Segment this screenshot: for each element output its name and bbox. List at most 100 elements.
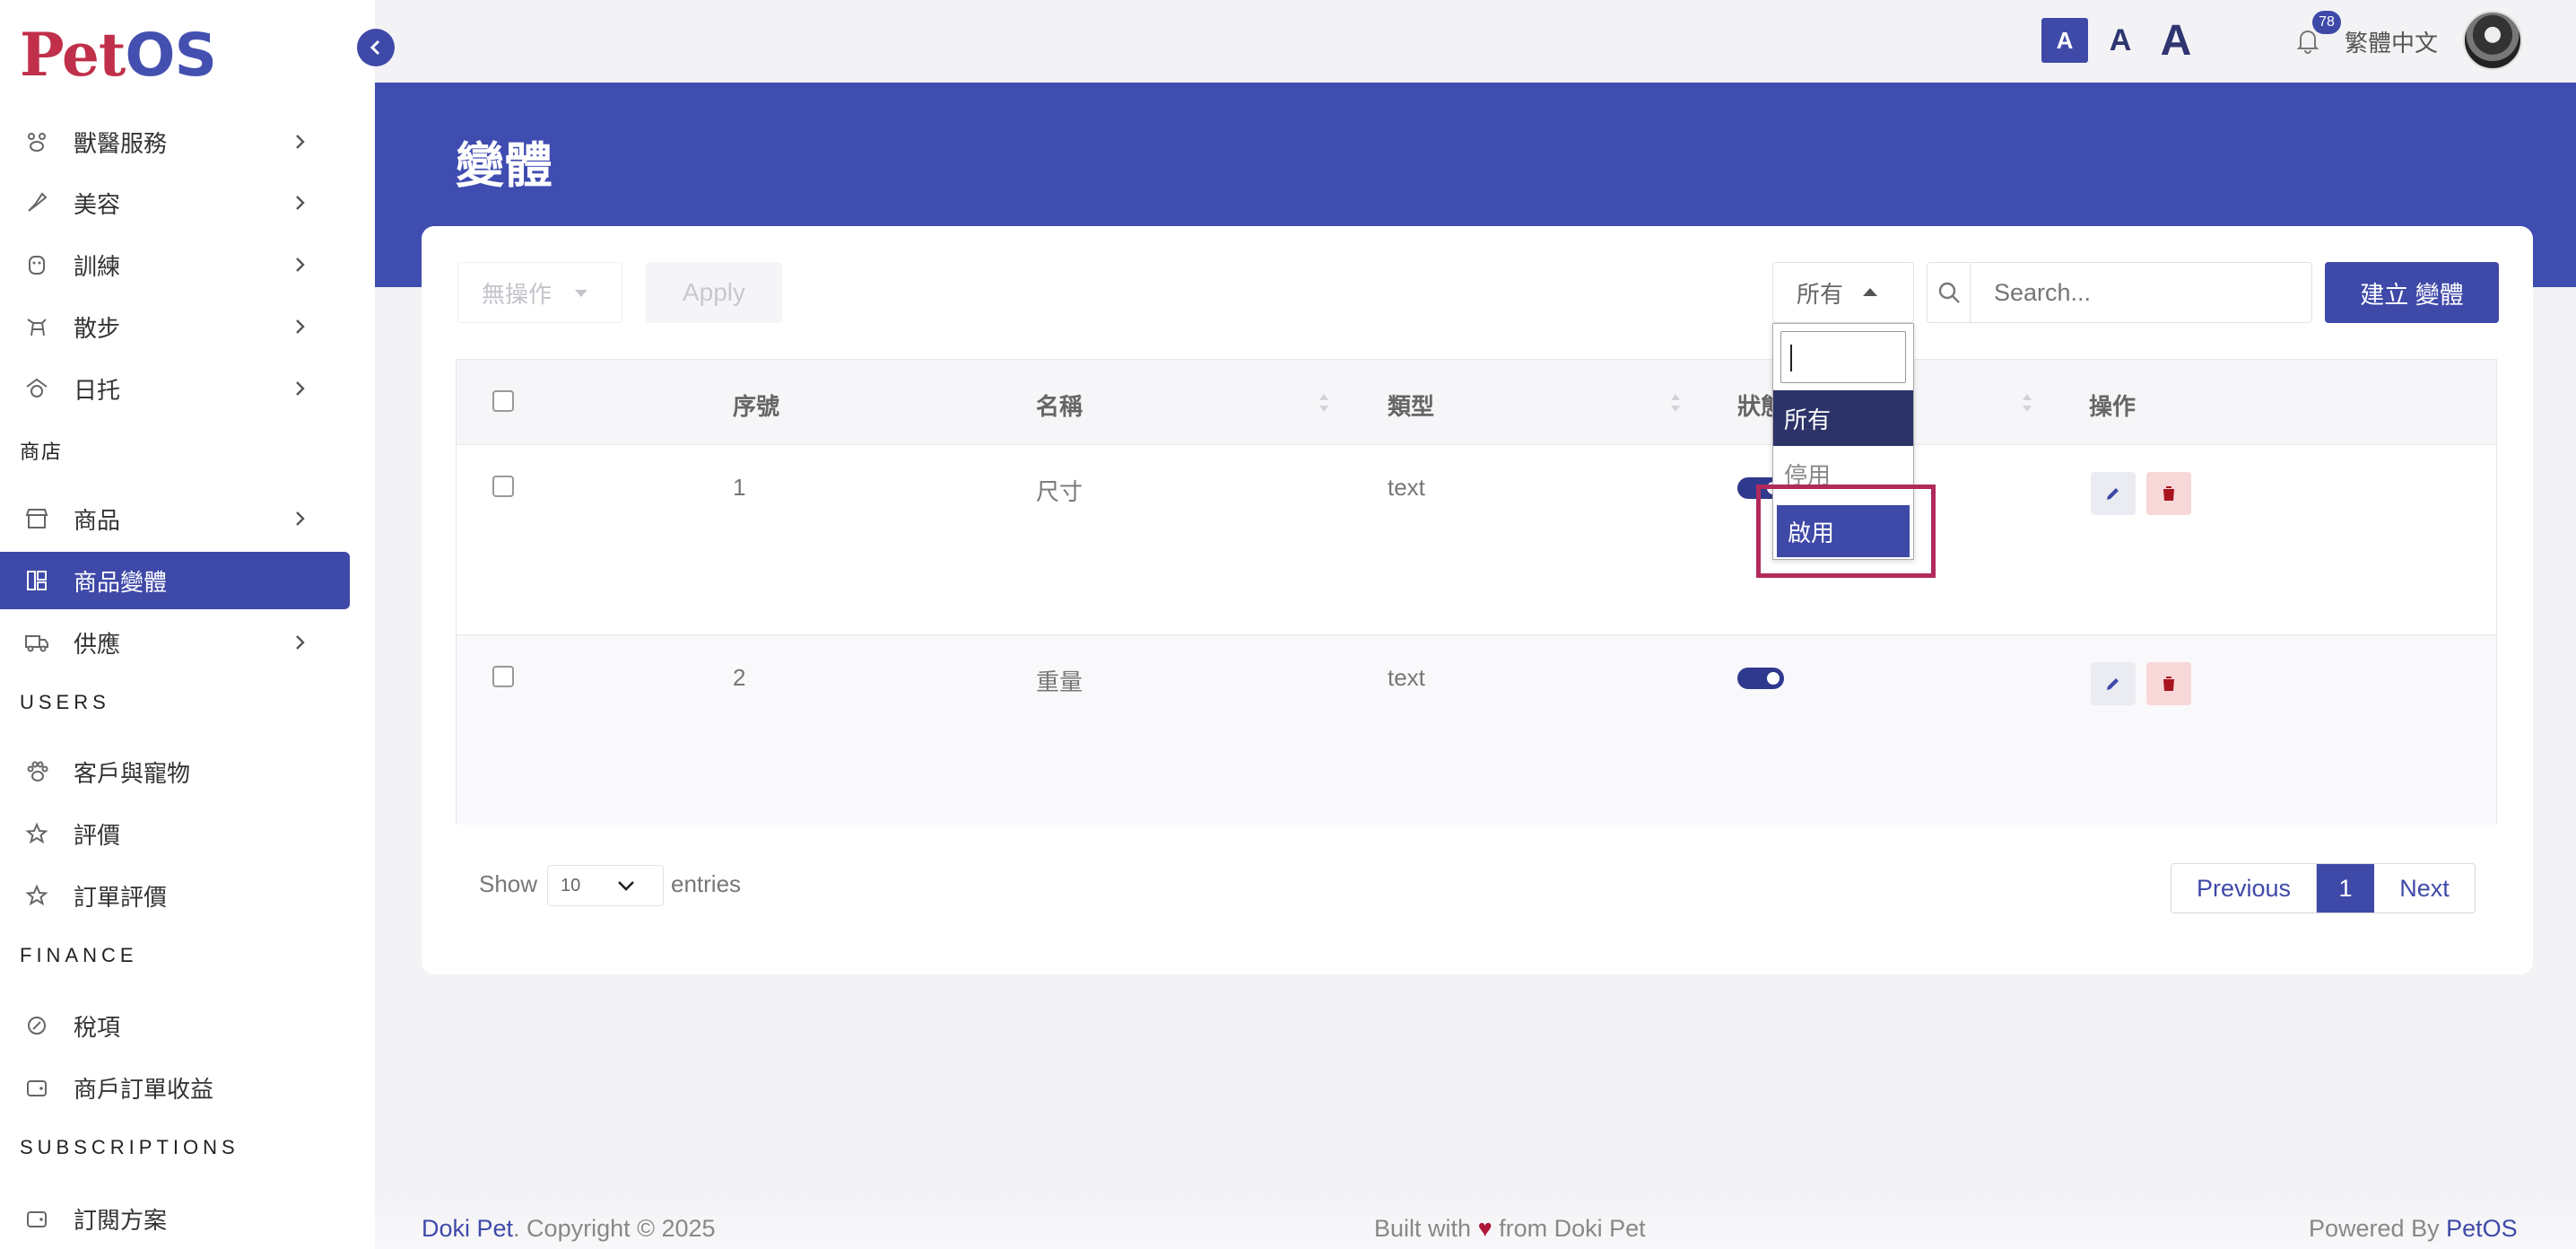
chevron-left-icon [370,39,380,56]
trash-icon [2163,486,2174,501]
page-title: 變體 [456,139,553,193]
sidebar-item-tax[interactable]: 稅項 [0,997,350,1054]
footer-from-text: from Doki Pet [1499,1215,1646,1242]
sidebar-item-product-variants[interactable]: 商品變體 [0,552,350,609]
cell-id: 1 [733,474,746,501]
status-filter-select[interactable]: 所有 [1772,262,1914,323]
row-checkbox[interactable] [492,476,514,497]
sidebar-item-label: 訂單評價 [74,883,168,911]
sidebar-item-order-reviews[interactable]: 訂單評價 [0,867,350,924]
sidebar-item-label: 評價 [74,821,121,849]
sidebar-item-customers-pets[interactable]: 客戶與寵物 [0,743,350,800]
sidebar-item-grooming[interactable]: 美容 [0,174,350,231]
variant-icon [23,567,50,594]
font-size-large-button[interactable]: A [2153,17,2199,65]
table-row: 2 重量 text [457,634,2496,825]
sidebar-item-training[interactable]: 訓練 [0,236,350,293]
edit-button[interactable] [2091,472,2136,515]
dropdown-option-all[interactable]: 所有 [1773,390,1913,446]
sidebar-item-label: 商品變體 [74,568,168,596]
cell-type: text [1388,664,1425,691]
entries-length-value: 10 [561,875,581,895]
sidebar-item-label: 商品 [74,506,121,534]
column-header-name[interactable]: 名稱 [1036,389,1083,422]
sidebar-item-supply[interactable]: 供應 [0,614,350,671]
create-variant-button[interactable]: 建立 變體 [2325,262,2499,323]
section-finance: FINANCE [20,944,138,966]
sort-icon[interactable] [1669,390,1682,415]
sort-icon[interactable] [2021,390,2033,415]
select-all-checkbox[interactable] [492,390,514,412]
font-size-medium-button[interactable]: A [2101,18,2140,63]
dog-face-icon [23,251,50,278]
sort-icon[interactable] [1318,390,1330,415]
delete-button[interactable] [2146,472,2191,515]
status-toggle[interactable] [1737,668,1784,689]
chevron-right-icon [296,196,305,210]
sidebar-item-label: 客戶與寵物 [74,759,191,787]
search-input[interactable] [1971,263,2311,322]
section-shop: 商店 [20,441,64,463]
cell-name: 重量 [1036,668,1083,695]
previous-page-button[interactable]: Previous [2171,864,2317,913]
footer-powered-text: Powered By [2309,1215,2440,1242]
sidebar-item-label: 商戶訂單收益 [74,1075,214,1103]
pagination: Previous 1 Next [2171,863,2476,913]
language-selector[interactable]: 繁體中文 [2345,25,2438,58]
footer-brand-link[interactable]: Doki Pet [422,1215,513,1242]
sidebar-item-daycare[interactable]: 日托 [0,360,350,417]
pencil-icon [2107,678,2119,690]
column-header-type[interactable]: 類型 [1388,389,1434,422]
chevron-right-icon [296,511,305,526]
store-icon [23,505,50,532]
footer-petos-link[interactable]: PetOS [2446,1215,2518,1242]
sidebar-item-merchant-revenue[interactable]: 商戶訂單收益 [0,1059,350,1116]
sidebar-item-label: 獸醫服務 [74,129,168,157]
sidebar-item-label: 日托 [74,376,121,404]
page-1-button[interactable]: 1 [2317,864,2374,913]
sidebar-item-walking[interactable]: 散步 [0,298,350,355]
chevron-right-icon [296,258,305,272]
show-label: Show [479,870,538,897]
apply-button[interactable]: Apply [646,262,782,323]
entries-label: entries [671,870,742,897]
chevron-right-icon [296,319,305,334]
paw-group-icon [23,128,50,155]
sidebar-item-subscription-plans[interactable]: 訂閱方案 [0,1190,350,1247]
footer-built-text: Built with [1374,1215,1472,1242]
footer-built-with: Built with ♥ from Doki Pet [1374,1215,1646,1243]
table-row: 1 尺寸 text [457,444,2496,634]
section-users: USERS [20,691,110,713]
section-subscriptions: SUBSCRIPTIONS [20,1136,239,1158]
star-icon [23,820,50,847]
pencil-icon [2107,488,2119,500]
delete-button[interactable] [2146,662,2191,705]
notification-badge: 78 [2312,11,2341,34]
wallet-icon [23,1074,50,1101]
sidebar-collapse-button[interactable] [357,29,395,66]
column-header-id[interactable]: 序號 [733,389,779,422]
footer-copyright: Doki Pet. Copyright © 2025 [422,1215,716,1243]
font-size-small-button[interactable]: A [2041,18,2088,63]
sidebar-item-reviews[interactable]: 評價 [0,805,350,862]
sidebar-item-products[interactable]: 商品 [0,490,350,547]
bulk-action-select[interactable]: 無操作 [457,262,622,323]
star-icon [23,882,50,909]
edit-button[interactable] [2091,662,2136,705]
bulk-action-value: 無操作 [482,280,553,308]
row-checkbox[interactable] [492,666,514,687]
next-page-button[interactable]: Next [2374,864,2475,913]
sidebar-item-vet[interactable]: 獸醫服務 [0,113,350,170]
search-group [1927,262,2312,323]
tax-icon [23,1012,50,1039]
sidebar: PetOS 獸醫服務 美容 訓練 散步 日托 商店 商品 商品變體 供應 USE… [0,0,375,1249]
petos-logo[interactable]: PetOS [20,20,217,90]
variants-table: 序號 名稱 類型 狀態 操作 1 尺寸 text 2 重量 text [456,359,2497,825]
sidebar-item-label: 供應 [74,630,121,658]
cell-type: text [1388,474,1425,501]
paw-icon [23,758,50,785]
chevron-right-icon [296,635,305,650]
user-avatar[interactable] [2463,11,2522,70]
dropdown-search-input[interactable] [1780,331,1906,383]
entries-length-select[interactable]: 10 [547,865,664,906]
